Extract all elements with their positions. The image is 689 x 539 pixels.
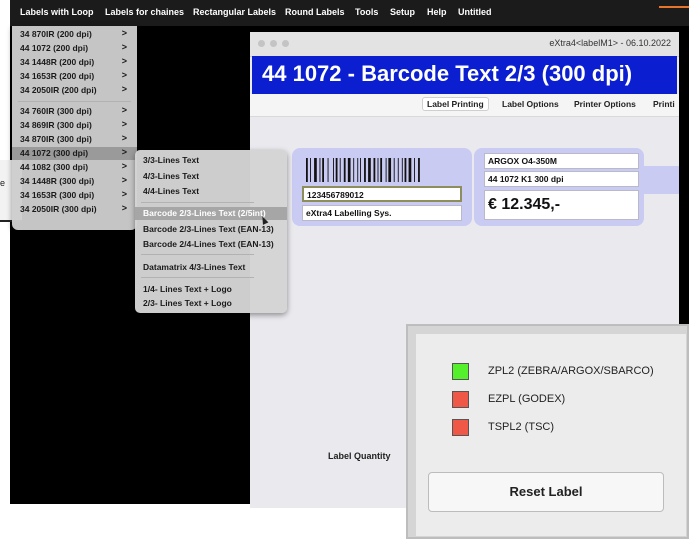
menu-untitled[interactable]: Untitled <box>458 7 492 17</box>
submenu-item-4-3-lines[interactable]: 4/3-Lines Text <box>135 170 287 183</box>
submenu-item-datamatrix[interactable]: Datamatrix 4/3-Lines Text <box>135 261 287 274</box>
model-field[interactable]: ARGOX O4-350M <box>484 153 639 169</box>
menu-labels-for-chaines[interactable]: Labels for chaines <box>105 7 184 17</box>
tab-printer-options[interactable]: Printer Options <box>574 99 636 109</box>
menu-item-34-1448r-200[interactable]: 34 1448R (200 dpi) > <box>12 56 137 69</box>
minimize-window-icon[interactable] <box>270 40 277 47</box>
submenu-item-barcode-2-4-ean13[interactable]: Barcode 2/4-Lines Text (EAN-13) <box>135 238 287 251</box>
reset-label-button[interactable]: Reset Label <box>428 472 664 512</box>
tab-printing[interactable]: Printi <box>653 99 675 109</box>
label-preview-right: ARGOX O4-350M 44 1072 K1 300 dpi € 12.34… <box>474 148 644 226</box>
menu-item-34-2050ir-200[interactable]: 34 2050IR (200 dpi) > <box>12 84 137 97</box>
chevron-right-icon: > <box>121 147 127 157</box>
menu-item-34-1653r-300[interactable]: 34 1653R (300 dpi) > <box>12 189 137 202</box>
menu-labels-with-loop[interactable]: Labels with Loop <box>20 7 94 17</box>
menu-round-labels[interactable]: Round Labels <box>285 7 345 17</box>
close-window-icon[interactable] <box>258 40 265 47</box>
chevron-right-icon: > <box>121 28 127 38</box>
ezpl-status-indicator[interactable] <box>452 391 469 408</box>
barcode-image <box>306 158 420 182</box>
submenu-separator <box>141 254 254 255</box>
menu-bar: Labels with Loop Labels for chaines Rect… <box>10 0 689 26</box>
chevron-right-icon: > <box>121 203 127 213</box>
background-window-text: e <box>0 178 6 188</box>
chevron-right-icon: > <box>121 119 127 129</box>
zpl2-status-indicator[interactable] <box>452 363 469 380</box>
submenu-item-2-3-logo[interactable]: 2/3- Lines Text + Logo <box>135 297 287 310</box>
chevron-right-icon: > <box>121 133 127 143</box>
menu-setup[interactable]: Setup <box>390 7 415 17</box>
label-preview-left: 123456789012 eXtra4 Labelling Sys. <box>292 148 472 226</box>
menu-item-44-1082-300[interactable]: 44 1082 (300 dpi) > <box>12 161 137 174</box>
chevron-right-icon: > <box>121 84 127 94</box>
menu-item-34-870ir-300[interactable]: 34 870IR (300 dpi) > <box>12 133 137 146</box>
title-bar: eXtra4<labelM1> - 06.10.2022 <box>250 32 679 57</box>
reset-label-button-text: Reset Label <box>509 484 583 499</box>
company-field[interactable]: eXtra4 Labelling Sys. <box>302 205 462 221</box>
price-field[interactable]: € 12.345,- <box>484 190 639 220</box>
page-header: 44 1072 - Barcode Text 2/3 (300 dpi) <box>252 56 677 94</box>
window-title: eXtra4<labelM1> - 06.10.2022 <box>549 38 671 48</box>
barcode-number-field[interactable]: 123456789012 <box>302 186 462 202</box>
tab-label-printing[interactable]: Label Printing <box>422 97 489 111</box>
menu-item-44-1072-200[interactable]: 44 1072 (200 dpi) > <box>12 42 137 55</box>
submenu-item-1-4-logo[interactable]: 1/4- Lines Text + Logo <box>135 283 287 296</box>
submenu-item-barcode-2-3-ean13[interactable]: Barcode 2/3-Lines Text (EAN-13) <box>135 223 287 236</box>
label-preview-connector <box>644 166 679 194</box>
menu-item-34-760ir-300[interactable]: 34 760IR (300 dpi) > <box>12 105 137 118</box>
submenu-item-3-3-lines[interactable]: 3/3-Lines Text <box>135 154 287 167</box>
chevron-right-icon: > <box>121 105 127 115</box>
tspl2-status-indicator[interactable] <box>452 419 469 436</box>
submenu-item-4-4-lines[interactable]: 4/4-Lines Text <box>135 185 287 198</box>
zpl2-label: ZPL2 (ZEBRA/ARGOX/SBARCO) <box>488 365 654 377</box>
ezpl-label: EZPL (GODEX) <box>488 393 566 405</box>
chevron-right-icon: > <box>121 161 127 171</box>
labels-for-chaines-menu: 34 870IR (200 dpi) > 44 1072 (200 dpi) > 3… <box>12 26 137 230</box>
label-quantity-label: Label Quantity <box>328 451 391 461</box>
chevron-right-icon: > <box>121 42 127 52</box>
menu-rectangular-labels[interactable]: Rectangular Labels <box>193 7 276 17</box>
tab-label-options[interactable]: Label Options <box>502 99 559 109</box>
menu-tools[interactable]: Tools <box>355 7 378 17</box>
menu-item-34-870ir-200[interactable]: 34 870IR (200 dpi) > <box>12 28 137 41</box>
label-type-submenu: 3/3-Lines Text 4/3-Lines Text 4/4-Lines … <box>135 150 287 313</box>
tspl2-label: TSPL2 (TSC) <box>488 421 555 433</box>
submenu-separator <box>141 277 254 278</box>
tab-bar: Label Printing Label Options Printer Opt… <box>250 94 679 117</box>
chevron-right-icon: > <box>121 175 127 185</box>
menu-item-44-1072-300[interactable]: 44 1072 (300 dpi) > <box>12 147 137 160</box>
chevron-right-icon: > <box>121 189 127 199</box>
menu-item-34-2050ir-300[interactable]: 34 2050IR (300 dpi) > <box>12 203 137 216</box>
printer-language-inner: ZPL2 (ZEBRA/ARGOX/SBARCO) EZPL (GODEX) T… <box>416 334 686 536</box>
menu-item-34-869ir-300[interactable]: 34 869IR (300 dpi) > <box>12 119 137 132</box>
page-title: 44 1072 - Barcode Text 2/3 (300 dpi) <box>262 61 633 86</box>
chevron-right-icon: > <box>121 56 127 66</box>
menu-help[interactable]: Help <box>427 7 447 17</box>
accent-line <box>659 6 689 8</box>
chevron-right-icon: > <box>121 70 127 80</box>
menu-item-34-1653r-200[interactable]: 34 1653R (200 dpi) > <box>12 70 137 83</box>
menu-item-34-1448r-300[interactable]: 34 1448R (300 dpi) > <box>12 175 137 188</box>
menu-separator <box>18 101 131 102</box>
printer-language-panel: ZPL2 (ZEBRA/ARGOX/SBARCO) EZPL (GODEX) T… <box>406 324 689 539</box>
submenu-separator <box>141 202 254 203</box>
zoom-window-icon[interactable] <box>282 40 289 47</box>
dpi-field[interactable]: 44 1072 K1 300 dpi <box>484 171 639 187</box>
